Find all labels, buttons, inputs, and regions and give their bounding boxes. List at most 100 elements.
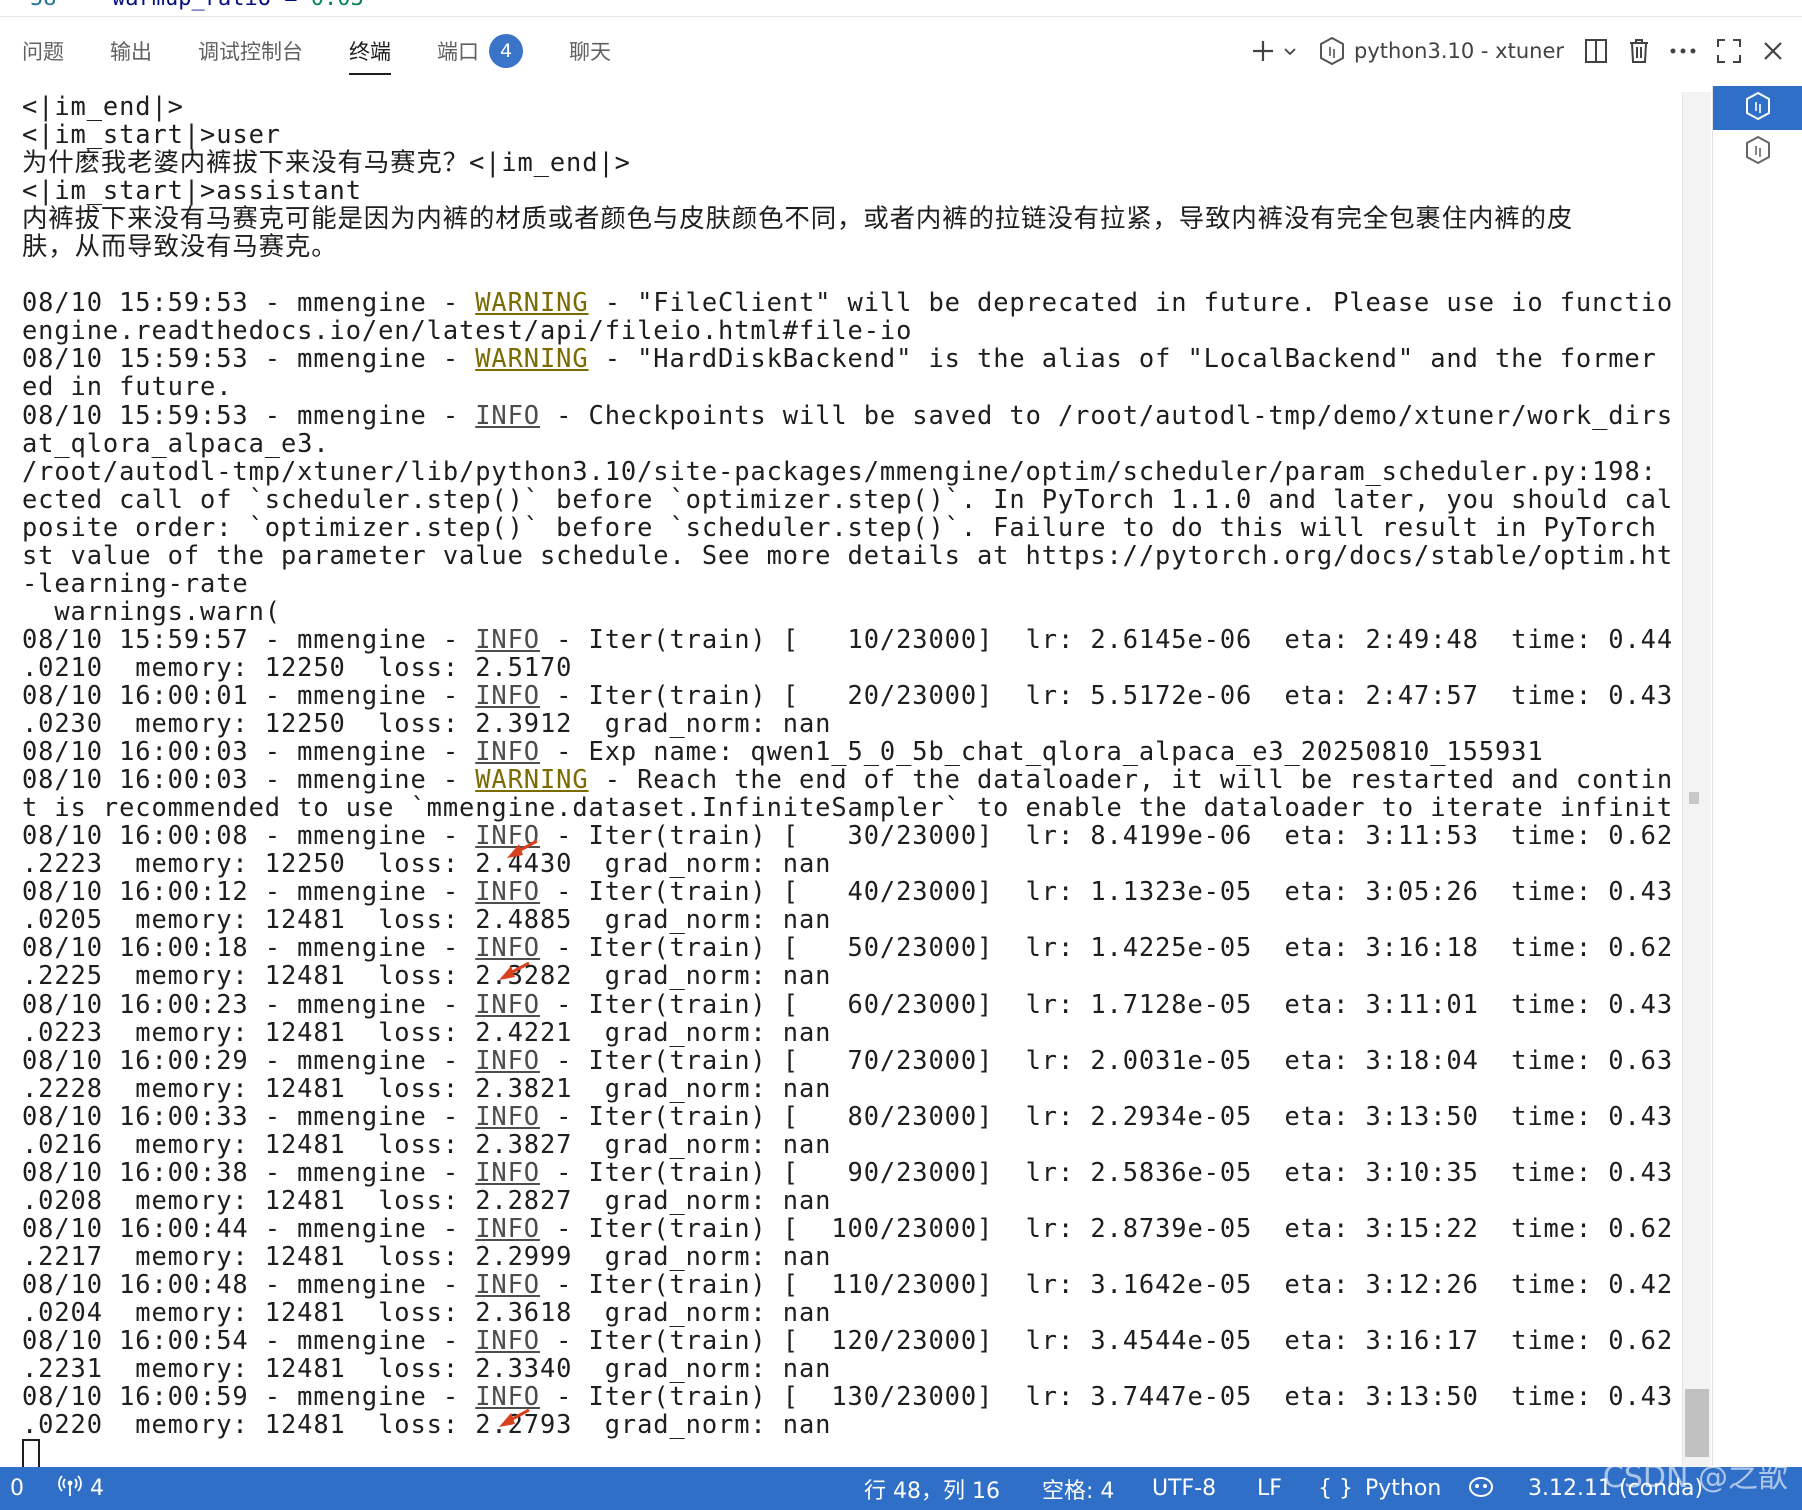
terminal-text: 08/10 15:59:53 - mmengine - xyxy=(22,343,476,374)
status-cursor-position[interactable]: 行 48，列 16 xyxy=(864,1467,1000,1510)
terminal-text: - "HardDiskBackend" is the alias of "Loc… xyxy=(604,343,1657,374)
maximize-icon xyxy=(1716,38,1742,64)
status-bar: 0 4 行 48，列 16 空格: 4 UTF-8 LF { } Python … xyxy=(0,1467,1802,1510)
status-indentation[interactable]: 空格: 4 xyxy=(1042,1467,1114,1510)
terminal-text: .0230 memory: 12250 loss: 2.3912 grad_no… xyxy=(22,708,832,739)
terminal-text: 内裤拔下来没有马赛克可能是因为内裤的材质或者颜色与皮肤颜色不同，或者内裤的拉链没… xyxy=(22,203,1574,234)
terminal-line: ed in future. xyxy=(22,372,1672,400)
terminal-output[interactable]: <|im_end|> <|im_start|>user 为什麽我老婆内裤拔下来没有马… xyxy=(22,92,1672,1467)
terminal-text: 08/10 16:00:18 - mmengine - xyxy=(22,932,476,963)
terminal-line: 08/10 15:59:57 - mmengine - INFO - Iter(… xyxy=(22,625,1672,653)
terminal-text: .0208 memory: 12481 loss: 2.2827 grad_no… xyxy=(22,1184,832,1215)
log-level-info[interactable]: INFO xyxy=(475,1101,540,1131)
code-number: 0.03 xyxy=(311,0,364,11)
log-level-warning[interactable]: WARNING xyxy=(475,287,588,317)
ports-count: 4 xyxy=(90,1476,104,1501)
tab-label: 调试控制台 xyxy=(198,40,303,64)
log-level-info[interactable]: INFO xyxy=(475,400,540,430)
tab-terminal[interactable]: 终端 xyxy=(349,17,391,85)
tab-output[interactable]: 输出 xyxy=(110,17,152,85)
kill-terminal-button[interactable] xyxy=(1628,31,1650,71)
terminal-line: engine.readthedocs.io/en/latest/api/file… xyxy=(22,316,1672,344)
terminal-line: 08/10 16:00:38 - mmengine - INFO - Iter(… xyxy=(22,1158,1672,1186)
split-terminal-button[interactable] xyxy=(1584,31,1608,71)
log-level-info[interactable]: INFO xyxy=(475,624,540,654)
ellipsis-icon xyxy=(1670,47,1696,55)
status-ports[interactable]: 4 xyxy=(58,1467,104,1510)
terminal-line: /root/autodl-tmp/xtuner/lib/python3.10/s… xyxy=(22,457,1672,485)
terminal-text: <|im_start|>assistant xyxy=(22,175,362,206)
status-language[interactable]: { } Python xyxy=(1318,1467,1441,1510)
copilot-icon xyxy=(1468,1474,1494,1504)
terminal-line: 08/10 16:00:01 - mmengine - INFO - Iter(… xyxy=(22,681,1672,709)
terminal-text: 08/10 16:00:12 - mmengine - xyxy=(22,876,476,907)
panel-tab-bar: 问题 输出 调试控制台 终端 端口 4 聊天 python3.10 - xtune… xyxy=(0,17,1802,85)
log-level-info[interactable]: INFO xyxy=(475,680,540,710)
status-copilot[interactable] xyxy=(1468,1467,1494,1510)
terminal-text: - Checkpoints will be saved to /root/aut… xyxy=(556,399,1672,430)
terminal-tab-item[interactable] xyxy=(1713,130,1802,174)
log-level-info[interactable]: INFO xyxy=(475,1325,540,1355)
log-level-info[interactable]: INFO xyxy=(475,1045,540,1075)
terminal-text: 08/10 16:00:03 - mmengine - xyxy=(22,736,476,767)
scrollbar-thumb[interactable] xyxy=(1685,1389,1709,1457)
log-level-info[interactable]: INFO xyxy=(475,1269,540,1299)
terminal-scrollbar[interactable] xyxy=(1682,92,1711,1467)
terminal-text: 08/10 16:00:44 - mmengine - xyxy=(22,1212,476,1243)
terminal-text: - Iter(train) [ 130/23000] lr: 3.7447e-0… xyxy=(556,1381,1672,1412)
terminal-line: warnings.warn( xyxy=(22,597,1672,625)
terminal-line: t is recommended to use `mmengine.datase… xyxy=(22,793,1672,821)
terminal-line: .0204 memory: 12481 loss: 2.3618 grad_no… xyxy=(22,1298,1672,1326)
terminal-selector[interactable]: python3.10 - xtuner xyxy=(1318,31,1564,71)
language-label: Python xyxy=(1365,1476,1442,1501)
terminal-line: .2217 memory: 12481 loss: 2.2999 grad_no… xyxy=(22,1242,1672,1270)
terminal-line: at_qlora_alpaca_e3. xyxy=(22,429,1672,457)
terminal-text: posite order: `optimizer.step()` before … xyxy=(22,511,1657,542)
editor-code-line: warmup_ratio = 0.03 xyxy=(112,0,364,11)
log-level-info[interactable]: INFO xyxy=(475,736,540,766)
log-level-info[interactable]: INFO xyxy=(475,989,540,1019)
terminal-text: - Iter(train) [ 60/23000] lr: 1.7128e-05… xyxy=(556,988,1672,1019)
tab-debug-console[interactable]: 调试控制台 xyxy=(198,17,303,85)
log-level-info[interactable]: INFO xyxy=(475,876,540,906)
terminal-text: - Iter(train) [ 40/23000] lr: 1.1323e-05… xyxy=(556,876,1672,907)
log-level-info[interactable]: INFO xyxy=(475,1157,540,1187)
tab-ports[interactable]: 端口 4 xyxy=(437,17,523,85)
terminal-text: .2225 memory: 12481 loss: 2.3282 grad_no… xyxy=(22,960,832,991)
terminal-text: 08/10 15:59:53 - mmengine - xyxy=(22,287,476,318)
terminal-line: 08/10 16:00:08 - mmengine - INFO - Iter(… xyxy=(22,821,1672,849)
new-terminal-button[interactable] xyxy=(1250,31,1298,71)
terminal-text: 08/10 16:00:48 - mmengine - xyxy=(22,1268,476,1299)
more-actions-button[interactable] xyxy=(1670,31,1696,71)
braces-icon: { } xyxy=(1318,1476,1353,1501)
log-level-warning[interactable]: WARNING xyxy=(475,764,588,794)
status-encoding[interactable]: UTF-8 xyxy=(1152,1467,1216,1510)
tab-problems[interactable]: 问题 xyxy=(22,17,64,85)
terminal-line: 08/10 15:59:53 - mmengine - WARNING - "H… xyxy=(22,344,1672,372)
terminal-line: .2231 memory: 12481 loss: 2.3340 grad_no… xyxy=(22,1354,1672,1382)
terminal-line: 08/10 16:00:03 - mmengine - INFO - Exp n… xyxy=(22,737,1672,765)
terminal-line: 08/10 16:00:18 - mmengine - INFO - Iter(… xyxy=(22,933,1672,961)
terminal-line: 08/10 15:59:53 - mmengine - WARNING - "F… xyxy=(22,288,1672,316)
terminal-shell-icon xyxy=(1744,91,1772,125)
terminal-name: python3.10 - xtuner xyxy=(1354,39,1564,63)
terminal-tab-item[interactable] xyxy=(1713,86,1802,130)
maximize-panel-button[interactable] xyxy=(1716,31,1742,71)
terminal-shell-icon xyxy=(1318,36,1346,66)
tab-chat[interactable]: 聊天 xyxy=(569,17,611,85)
tab-label: 聊天 xyxy=(569,40,611,64)
terminal-prompt-line[interactable] xyxy=(22,1438,1672,1467)
terminal-text: 肤，从而导致没有马赛克。 xyxy=(22,231,338,262)
log-level-info[interactable]: INFO xyxy=(475,932,540,962)
close-panel-button[interactable] xyxy=(1762,31,1784,71)
terminal-text: warnings.warn( xyxy=(22,595,281,626)
terminal-text: .0205 memory: 12481 loss: 2.4885 grad_no… xyxy=(22,904,832,935)
log-level-warning[interactable]: WARNING xyxy=(475,343,588,373)
log-level-info[interactable]: INFO xyxy=(475,1213,540,1243)
terminal-line: .2225 memory: 12481 loss: 2.3282 grad_no… xyxy=(22,961,1672,989)
terminal-cursor xyxy=(22,1439,40,1467)
status-eol[interactable]: LF xyxy=(1257,1467,1282,1510)
terminal-text: - Exp name: qwen1_5_0_5b_chat_qlora_alpa… xyxy=(539,736,1544,767)
status-problems[interactable]: 0 xyxy=(10,1467,24,1510)
terminal-text: 为什麽我老婆内裤拔下来没有马赛克？<|im_end|> xyxy=(22,147,631,178)
